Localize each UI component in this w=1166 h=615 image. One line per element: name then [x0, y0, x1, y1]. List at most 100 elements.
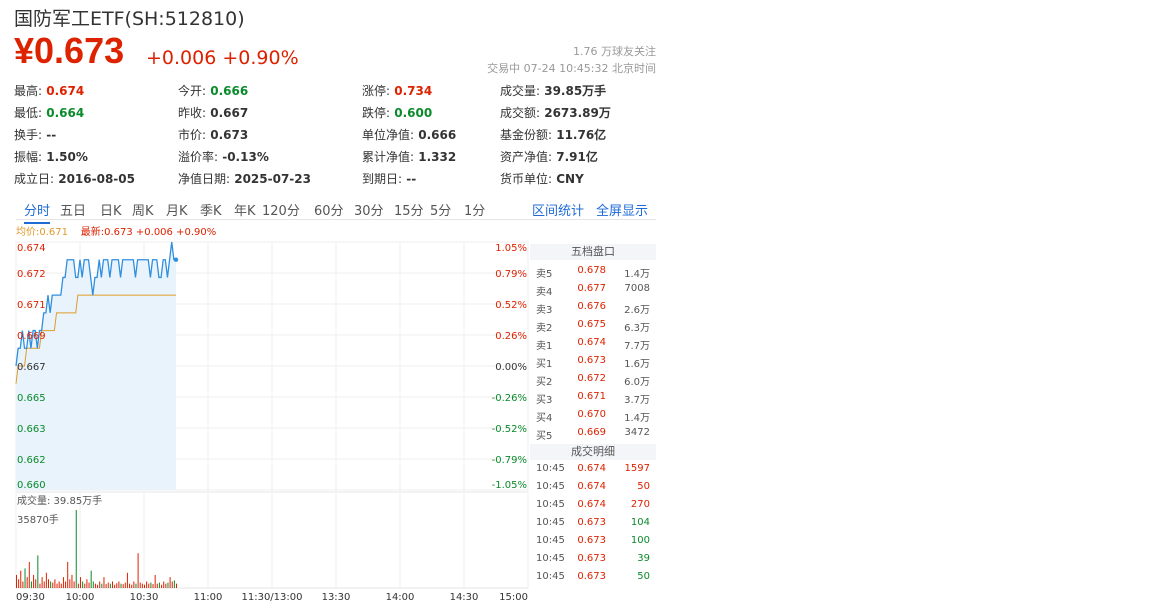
volume-bar [24, 568, 26, 588]
orderbook-volume: 3472 [624, 427, 650, 438]
volume-bar [45, 572, 47, 588]
volume-bar [33, 574, 35, 588]
volume-bar [35, 579, 37, 588]
x-tick-label: 14:00 [386, 592, 415, 603]
x-tick-label: 13:30 [322, 592, 351, 603]
volume-bar [139, 582, 141, 588]
orderbook-side: 买5 [536, 431, 553, 442]
y-tick-label-pct: 0.52% [495, 300, 527, 311]
volume-bar [154, 574, 156, 588]
trade-row: 10:45 0.673 104 [530, 514, 656, 532]
volume-bar [122, 584, 124, 588]
y-tick-label-pct: -0.79% [492, 455, 527, 466]
orderbook-row: 卖3 0.676 2.6万 [530, 298, 656, 316]
orderbook-side: 卖3 [536, 305, 553, 316]
y-tick-label-pct: -0.26% [492, 393, 527, 404]
orderbook-side: 卖5 [536, 269, 553, 280]
y-tick-label: 0.672 [17, 269, 46, 280]
volume-bar [48, 579, 49, 588]
orderbook-price: 0.675 [577, 319, 606, 330]
trade-row: 10:45 0.674 1597 [530, 460, 656, 478]
orderbook-row: 买1 0.673 1.6万 [530, 352, 656, 370]
orderbook-row: 买2 0.672 6.0万 [530, 370, 656, 388]
volume-bar [26, 577, 28, 588]
orderbook-price: 0.673 [577, 355, 606, 366]
trade-price: 0.673 [577, 553, 606, 564]
volume-bar [69, 579, 71, 588]
volume-bar [135, 583, 137, 588]
y-tick-label: 0.669 [17, 331, 46, 342]
volume-bar [118, 581, 120, 588]
trade-price: 0.674 [577, 499, 606, 510]
trade-volume: 50 [637, 481, 650, 492]
volume-bar [20, 570, 22, 588]
orderbook-volume: 1.6万 [624, 359, 650, 370]
volume-bar [54, 579, 56, 588]
volume-bar [50, 581, 52, 588]
x-tick-label: 14:30 [450, 592, 479, 603]
volume-bar [163, 581, 165, 588]
orderbook-volume: 1.4万 [624, 413, 650, 424]
trade-price: 0.674 [577, 481, 606, 492]
volume-bar [18, 579, 20, 588]
volume-bar [146, 581, 148, 588]
volume-bar [173, 580, 175, 588]
volume-bar [129, 583, 131, 588]
y-tick-label: 0.662 [17, 455, 46, 466]
trade-time: 10:45 [536, 499, 565, 510]
volume-bar [107, 582, 109, 588]
orderbook-volume: 7.7万 [624, 341, 650, 352]
trade-row: 10:45 0.673 39 [530, 550, 656, 568]
volume-bar [105, 584, 107, 588]
trade-row: 10:45 0.673 50 [530, 568, 656, 586]
trade-price: 0.674 [577, 463, 606, 474]
y-tick-label-pct: -1.05% [492, 480, 527, 491]
trade-price: 0.673 [577, 517, 606, 528]
trade-row: 10:45 0.674 50 [530, 478, 656, 496]
volume-bar [152, 584, 154, 588]
volume-bar [109, 583, 111, 588]
orderbook-side: 买4 [536, 413, 553, 424]
y-tick-label: 0.667 [17, 362, 46, 373]
orderbook-row: 卖5 0.678 1.4万 [530, 262, 656, 280]
volume-bar [39, 583, 41, 588]
orderbook-row: 买4 0.670 1.4万 [530, 406, 656, 424]
trade-volume: 100 [630, 535, 650, 546]
trade-time: 10:45 [536, 517, 565, 528]
orderbook-volume: 6.3万 [624, 323, 650, 334]
x-tick-label: 11:30/13:00 [241, 592, 302, 603]
trade-row: 10:45 0.674 270 [530, 496, 656, 514]
trade-row: 10:45 0.673 100 [530, 532, 656, 550]
volume-bar [58, 581, 60, 588]
orderbook-row: 卖1 0.674 7.7万 [530, 334, 656, 352]
volume-bar [30, 581, 32, 588]
volume-bar [90, 570, 92, 588]
y-tick-label: 0.660 [17, 480, 46, 491]
y-tick-label: 0.674 [17, 243, 46, 254]
x-tick-label: 09:30 [16, 592, 45, 603]
orderbook-row: 卖4 0.677 7008 [530, 280, 656, 298]
trade-price: 0.673 [577, 571, 606, 582]
volume-bar [103, 577, 105, 588]
volume-bar [52, 582, 54, 588]
volume-bar [77, 583, 79, 588]
orderbook-price: 0.672 [577, 373, 606, 384]
orderbook-row: 买5 0.669 3472 [530, 424, 656, 442]
trade-volume: 50 [637, 571, 650, 582]
volume-bar [114, 584, 116, 588]
volume-bar [41, 577, 43, 588]
y-tick-label: 0.671 [17, 300, 46, 311]
trade-volume: 1597 [624, 463, 650, 474]
volume-bar [62, 577, 64, 588]
trade-time: 10:45 [536, 463, 565, 474]
trade-time: 10:45 [536, 571, 565, 582]
volume-bar [133, 581, 135, 588]
volume-bar [171, 581, 173, 588]
orderbook-volume: 6.0万 [624, 377, 650, 388]
trade-time: 10:45 [536, 553, 565, 564]
volume-bar [101, 583, 103, 588]
volume-bar [67, 561, 69, 588]
orderbook-side: 卖1 [536, 341, 553, 352]
trade-time: 10:45 [536, 481, 565, 492]
x-tick-label: 11:00 [194, 592, 223, 603]
